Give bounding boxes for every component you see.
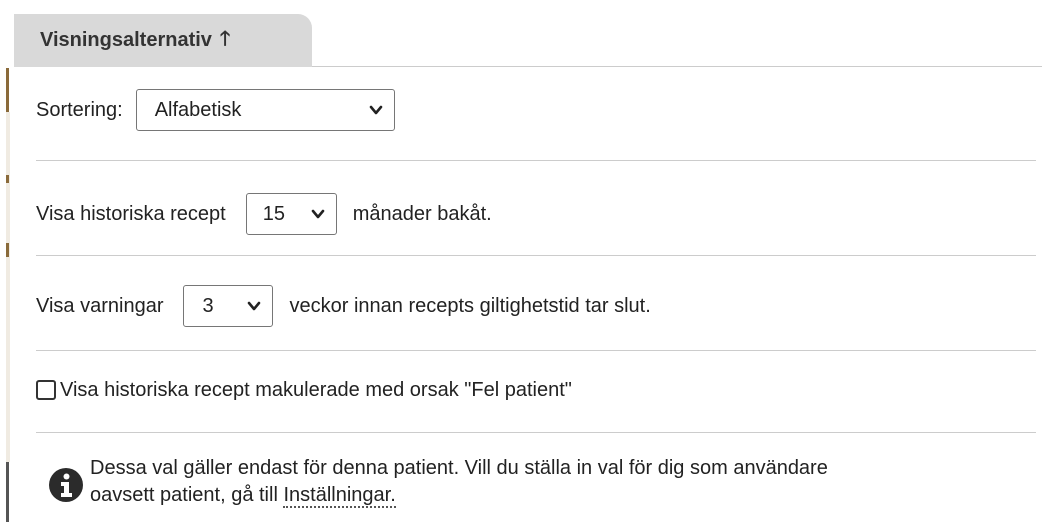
background-edge-mark [6,462,9,522]
warnings-row: Visa varningar 3 veckor innan recepts gi… [36,282,1036,330]
warnings-suffix: veckor innan recepts giltighetstid tar s… [289,294,651,317]
warnings-weeks-value: 3 [202,294,214,317]
history-months-select[interactable]: 15 [245,193,337,235]
info-icon [49,468,83,502]
info-text-line2-prefix: oavsett patient, gå till [90,484,278,506]
background-edge-mark [6,175,9,183]
divider [36,160,1036,161]
chevron-down-icon [311,209,325,219]
cancelled-row: Visa historiska recept makulerade med or… [36,368,1036,412]
settings-link[interactable]: Inställningar. [283,484,396,508]
cancelled-label[interactable]: Visa historiska recept makulerade med or… [60,379,572,402]
divider [36,432,1036,433]
warnings-weeks-select[interactable]: 3 [183,285,274,327]
history-months-value: 15 [262,202,285,225]
background-edge-shade [6,112,10,462]
display-options-tab[interactable]: Visningsalternativ 🡑 [14,14,312,67]
cancelled-checkbox[interactable] [36,380,56,400]
history-label: Visa historiska recept [36,202,226,225]
info-message: Dessa val gäller endast för denna patien… [48,455,1038,509]
display-options-tab-label: Visningsalternativ [40,29,212,51]
info-text-line1: Dessa val gäller endast för denna patien… [90,457,828,479]
history-row: Visa historiska recept 15 månader bakåt. [36,190,1036,238]
sorting-select[interactable]: Alfabetisk [135,89,395,131]
sorting-label: Sortering: [36,98,123,121]
history-suffix: månader bakåt. [352,202,492,225]
divider [36,350,1036,351]
chevron-down-icon [248,301,261,311]
background-edge-mark [6,243,9,257]
chevron-down-icon [369,105,383,115]
info-text-line2: oavsett patient, gå till Inställningar. [90,482,828,509]
background-edge-mark [6,68,9,112]
sorting-select-value: Alfabetisk [154,98,242,121]
arrow-up-icon: 🡑 [219,27,231,50]
background-edge [0,0,12,529]
panel-top-border [312,66,1042,67]
warnings-label: Visa varningar [36,294,164,317]
divider [36,255,1036,256]
sorting-row: Sortering: Alfabetisk [36,86,1036,134]
info-text: Dessa val gäller endast för denna patien… [90,455,828,509]
